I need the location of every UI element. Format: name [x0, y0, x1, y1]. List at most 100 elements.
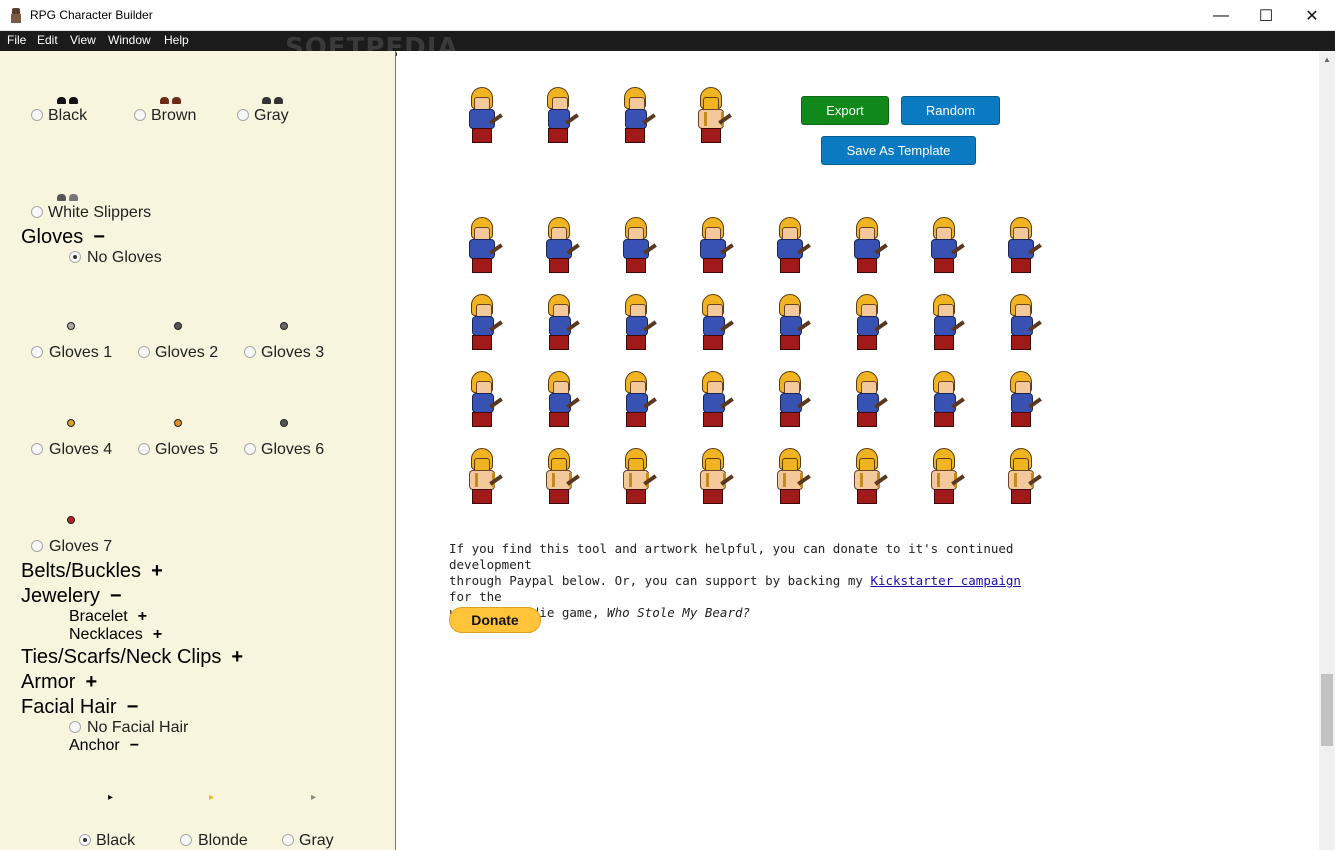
- ties-expand-icon[interactable]: +: [231, 646, 243, 669]
- menu-file[interactable]: File: [7, 33, 26, 47]
- donate-button[interactable]: Donate: [449, 607, 541, 633]
- kickstarter-link[interactable]: Kickstarter campaign: [870, 573, 1021, 588]
- donate-line-2-start: through Paypal below. Or, you can suppor…: [449, 573, 871, 588]
- character-sprite: [921, 294, 965, 354]
- sprite-legs: [857, 335, 877, 350]
- shoe-black-radio[interactable]: [31, 109, 43, 121]
- main-scrollbar[interactable]: ▲: [1319, 51, 1335, 850]
- export-button[interactable]: Export: [801, 96, 889, 125]
- app-icon: [9, 8, 23, 24]
- maximize-button[interactable]: ☐: [1243, 0, 1289, 31]
- sprite-legs: [934, 489, 954, 504]
- character-sprite: [459, 217, 503, 277]
- character-sprite: [536, 448, 580, 508]
- menu-window[interactable]: Window: [108, 33, 151, 47]
- random-button[interactable]: Random: [901, 96, 1000, 125]
- character-sprite: [536, 217, 580, 277]
- character-sprite: [921, 217, 965, 277]
- gloves-2-radio[interactable]: [138, 346, 150, 358]
- character-sprite: [459, 371, 503, 431]
- armor-section[interactable]: Armor +: [21, 671, 97, 694]
- gloves-section[interactable]: Gloves −: [21, 226, 105, 249]
- facial-hair-collapse-icon[interactable]: −: [127, 696, 139, 719]
- sprite-legs: [626, 412, 646, 427]
- beard-black-thumb: ▸: [108, 792, 114, 803]
- sprite-legs: [857, 412, 877, 427]
- character-sprite: [844, 217, 888, 277]
- preview-panel: Export Random Save As Template If you fi…: [397, 51, 1319, 850]
- gloves-1-radio[interactable]: [31, 346, 43, 358]
- options-sidebar[interactable]: Black Brown Gray White Slippers Gloves − …: [0, 51, 396, 850]
- character-sprite: [767, 294, 811, 354]
- no-facial-hair-radio[interactable]: [69, 721, 81, 733]
- facial-hair-section[interactable]: Facial Hair −: [21, 696, 138, 719]
- necklaces-expand-icon[interactable]: +: [153, 626, 162, 644]
- sprite-legs: [472, 412, 492, 427]
- sprite-legs: [472, 258, 492, 273]
- anchor-header: Anchor: [69, 737, 120, 754]
- menu-window-view[interactable]: View: [70, 33, 96, 47]
- sprite-legs: [780, 412, 800, 427]
- character-sprite: [998, 371, 1042, 431]
- title-bar: RPG Character Builder — ☐ ✕: [0, 0, 1335, 31]
- sprite-legs: [857, 258, 877, 273]
- sprite-legs: [1011, 412, 1031, 427]
- character-sprite: [767, 371, 811, 431]
- sprite-legs: [472, 335, 492, 350]
- gloves-6-label: Gloves 6: [261, 441, 325, 458]
- ties-header: Ties/Scarfs/Neck Clips: [21, 646, 222, 668]
- save-as-template-button[interactable]: Save As Template: [821, 136, 976, 165]
- gloves-7-radio[interactable]: [31, 540, 43, 552]
- menu-edit[interactable]: Edit: [37, 33, 58, 47]
- sprite-legs: [934, 258, 954, 273]
- belts-section[interactable]: Belts/Buckles +: [21, 560, 163, 583]
- sprite-legs: [472, 489, 492, 504]
- sprite-legs: [626, 258, 646, 273]
- sprite-legs: [934, 335, 954, 350]
- close-button[interactable]: ✕: [1289, 0, 1335, 31]
- character-sprite: [844, 371, 888, 431]
- gloves-5-radio[interactable]: [138, 443, 150, 455]
- beard-blonde-radio[interactable]: [180, 834, 192, 846]
- necklaces-section[interactable]: Necklaces +: [69, 626, 162, 644]
- sprite-legs: [780, 258, 800, 273]
- gloves-collapse-icon[interactable]: −: [93, 226, 105, 249]
- character-sprite: [998, 448, 1042, 508]
- gloves-3-thumb: [280, 322, 288, 330]
- anchor-section[interactable]: Anchor −: [69, 737, 139, 755]
- gloves-6-radio[interactable]: [244, 443, 256, 455]
- shoe-gray-radio[interactable]: [237, 109, 249, 121]
- anchor-collapse-icon[interactable]: −: [130, 737, 139, 755]
- gloves-7-label: Gloves 7: [49, 538, 113, 555]
- shoe-gray-thumb: [262, 97, 284, 105]
- bracelet-expand-icon[interactable]: +: [138, 608, 147, 626]
- jewelery-collapse-icon[interactable]: −: [110, 585, 122, 608]
- sprite-legs: [549, 412, 569, 427]
- menu-help[interactable]: Help: [164, 33, 189, 47]
- armor-expand-icon[interactable]: +: [85, 671, 97, 694]
- sprite-legs: [780, 489, 800, 504]
- jewelery-section[interactable]: Jewelery −: [21, 585, 122, 608]
- character-sprite: [998, 294, 1042, 354]
- scroll-up-arrow-icon[interactable]: ▲: [1323, 55, 1331, 64]
- belts-expand-icon[interactable]: +: [151, 560, 163, 583]
- no-gloves-radio[interactable]: [69, 251, 81, 263]
- beard-blonde-label: Blonde: [198, 832, 248, 849]
- white-slippers-radio[interactable]: [31, 206, 43, 218]
- donate-message: If you find this tool and artwork helpfu…: [449, 541, 1049, 621]
- scroll-thumb[interactable]: [1321, 674, 1333, 746]
- minimize-button[interactable]: —: [1198, 0, 1244, 31]
- character-sprite: [844, 448, 888, 508]
- bracelet-section[interactable]: Bracelet +: [69, 608, 147, 626]
- beard-gray-radio[interactable]: [282, 834, 294, 846]
- shoe-brown-radio[interactable]: [134, 109, 146, 121]
- gloves-4-radio[interactable]: [31, 443, 43, 455]
- character-sprite: [921, 371, 965, 431]
- gloves-3-radio[interactable]: [244, 346, 256, 358]
- sprite-legs: [626, 489, 646, 504]
- beard-black-radio[interactable]: [79, 834, 91, 846]
- sprite-legs: [548, 128, 568, 143]
- character-sprite: [612, 87, 656, 147]
- facial-hair-header: Facial Hair: [21, 696, 117, 718]
- ties-section[interactable]: Ties/Scarfs/Neck Clips +: [21, 646, 243, 669]
